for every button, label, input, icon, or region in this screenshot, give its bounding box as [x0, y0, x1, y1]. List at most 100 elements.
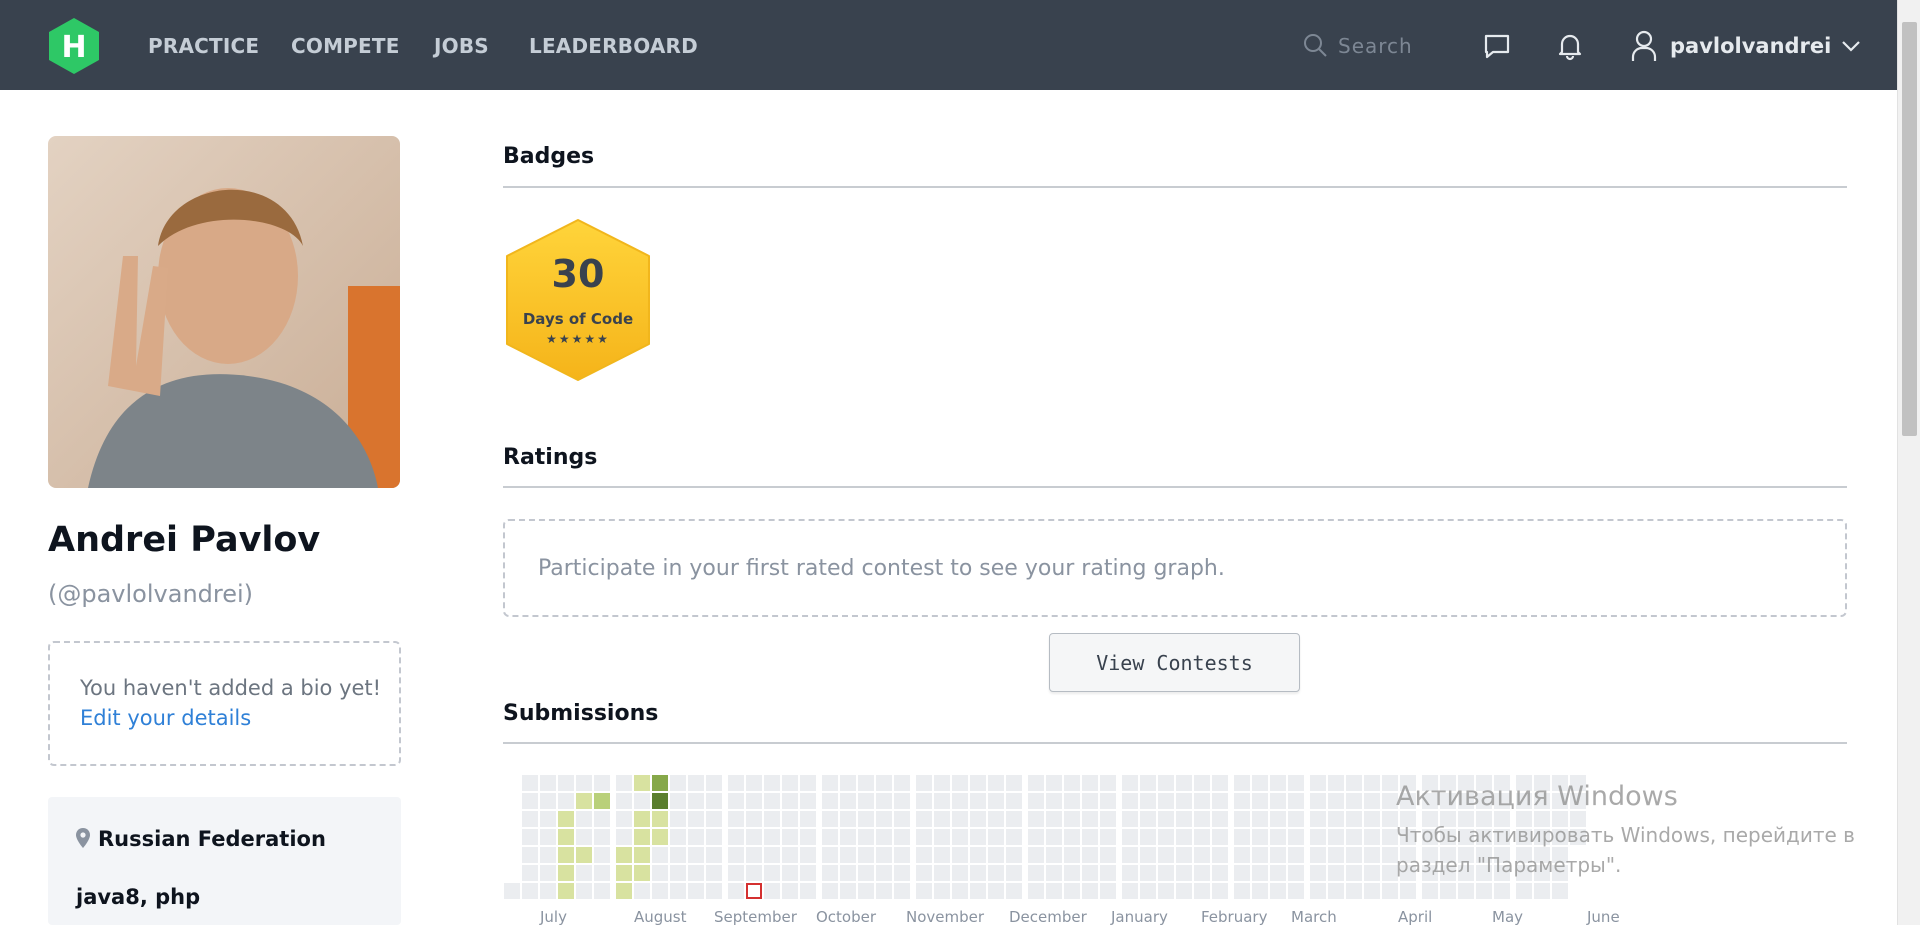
heatmap-cell[interactable] [800, 829, 816, 845]
heatmap-cell[interactable] [916, 865, 932, 881]
heatmap-cell[interactable] [1100, 829, 1116, 845]
heatmap-cell[interactable] [634, 883, 650, 899]
search-icon[interactable] [1302, 32, 1328, 58]
heatmap-cell[interactable] [1288, 865, 1304, 881]
heatmap-cell[interactable] [652, 811, 668, 827]
heatmap-cell[interactable] [1122, 883, 1138, 899]
heatmap-cell[interactable] [800, 865, 816, 881]
heatmap-cell[interactable] [934, 775, 950, 791]
heatmap-cell[interactable] [1400, 883, 1416, 899]
heatmap-cell[interactable] [1122, 775, 1138, 791]
heatmap-cell[interactable] [670, 829, 686, 845]
heatmap-cell[interactable] [1064, 811, 1080, 827]
heatmap-cell[interactable] [764, 793, 780, 809]
heatmap-cell[interactable] [1328, 829, 1344, 845]
heatmap-cell[interactable] [782, 847, 798, 863]
heatmap-cell[interactable] [916, 883, 932, 899]
heatmap-cell[interactable] [670, 865, 686, 881]
heatmap-cell[interactable] [1194, 865, 1210, 881]
heatmap-cell[interactable] [800, 883, 816, 899]
heatmap-cell[interactable] [916, 793, 932, 809]
heatmap-cell[interactable] [728, 865, 744, 881]
heatmap-cell[interactable] [1100, 883, 1116, 899]
heatmap-cell[interactable] [688, 829, 704, 845]
heatmap-cell[interactable] [876, 847, 892, 863]
heatmap-cell[interactable] [540, 883, 556, 899]
heatmap-cell[interactable] [1534, 883, 1550, 899]
heatmap-cell[interactable] [1158, 847, 1174, 863]
heatmap-cell[interactable] [670, 883, 686, 899]
heatmap-cell[interactable] [728, 883, 744, 899]
hackerrank-logo[interactable]: H [46, 16, 102, 76]
heatmap-cell[interactable] [1122, 829, 1138, 845]
heatmap-cell[interactable] [764, 775, 780, 791]
heatmap-cell[interactable] [576, 865, 592, 881]
heatmap-cell[interactable] [822, 775, 838, 791]
heatmap-cell[interactable] [1064, 865, 1080, 881]
heatmap-cell[interactable] [670, 811, 686, 827]
heatmap-cell[interactable] [1364, 775, 1380, 791]
heatmap-cell[interactable] [858, 865, 874, 881]
heatmap-cell[interactable] [1310, 883, 1326, 899]
nav-compete[interactable]: COMPETE [291, 34, 400, 58]
heatmap-cell[interactable] [822, 865, 838, 881]
heatmap-cell[interactable] [858, 829, 874, 845]
heatmap-cell[interactable] [1006, 793, 1022, 809]
heatmap-cell[interactable] [1176, 847, 1192, 863]
heatmap-cell[interactable] [1100, 865, 1116, 881]
heatmap-cell[interactable] [1176, 775, 1192, 791]
heatmap-cell[interactable] [1158, 883, 1174, 899]
search-input[interactable] [1338, 30, 1458, 62]
heatmap-cell[interactable] [1310, 811, 1326, 827]
heatmap-cell[interactable] [558, 811, 574, 827]
heatmap-cell[interactable] [1158, 811, 1174, 827]
heatmap-cell[interactable] [728, 829, 744, 845]
heatmap-cell[interactable] [670, 793, 686, 809]
heatmap-cell[interactable] [728, 775, 744, 791]
heatmap-cell[interactable] [1064, 883, 1080, 899]
heatmap-cell[interactable] [988, 847, 1004, 863]
heatmap-cell[interactable] [876, 775, 892, 791]
heatmap-cell[interactable] [1458, 883, 1474, 899]
heatmap-cell[interactable] [1158, 793, 1174, 809]
heatmap-cell[interactable] [894, 829, 910, 845]
heatmap-cell[interactable] [952, 793, 968, 809]
heatmap-cell[interactable] [876, 883, 892, 899]
heatmap-cell[interactable] [1082, 865, 1098, 881]
heatmap-cell[interactable] [1046, 883, 1062, 899]
heatmap-cell[interactable] [652, 829, 668, 845]
heatmap-cell[interactable] [840, 811, 856, 827]
heatmap-cell[interactable] [1310, 775, 1326, 791]
heatmap-cell[interactable] [1176, 811, 1192, 827]
heatmap-cell[interactable] [1552, 883, 1568, 899]
heatmap-cell[interactable] [916, 847, 932, 863]
heatmap-cell[interactable] [1140, 775, 1156, 791]
heatmap-cell[interactable] [616, 811, 632, 827]
heatmap-cell[interactable] [1194, 847, 1210, 863]
heatmap-cell[interactable] [952, 883, 968, 899]
heatmap-cell[interactable] [1046, 865, 1062, 881]
heatmap-cell[interactable] [1064, 847, 1080, 863]
heatmap-cell[interactable] [988, 865, 1004, 881]
heatmap-cell[interactable] [1176, 793, 1192, 809]
heatmap-cell[interactable] [840, 829, 856, 845]
heatmap-cell[interactable] [934, 847, 950, 863]
heatmap-cell[interactable] [728, 847, 744, 863]
heatmap-cell[interactable] [1140, 829, 1156, 845]
heatmap-cell[interactable] [746, 811, 762, 827]
heatmap-cell[interactable] [1328, 865, 1344, 881]
heatmap-cell[interactable] [1234, 865, 1250, 881]
heatmap-cell[interactable] [934, 883, 950, 899]
heatmap-cell[interactable] [822, 847, 838, 863]
heatmap-cell[interactable] [746, 829, 762, 845]
heatmap-cell[interactable] [1364, 883, 1380, 899]
heatmap-cell[interactable] [558, 865, 574, 881]
heatmap-cell[interactable] [876, 865, 892, 881]
heatmap-cell[interactable] [1270, 847, 1286, 863]
heatmap-cell[interactable] [540, 829, 556, 845]
heatmap-cell[interactable] [634, 847, 650, 863]
heatmap-cell[interactable] [1212, 829, 1228, 845]
heatmap-cell[interactable] [1006, 829, 1022, 845]
heatmap-cell[interactable] [706, 883, 722, 899]
heatmap-cell[interactable] [652, 865, 668, 881]
